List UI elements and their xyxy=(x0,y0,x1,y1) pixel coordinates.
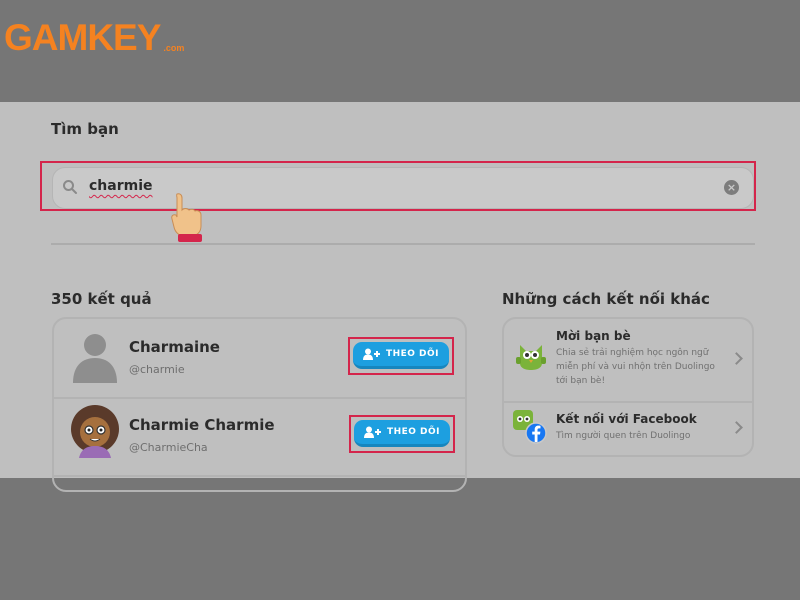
option-description: Tìm người quen trên Duolingo xyxy=(556,431,691,441)
option-description: tới bạn bè! xyxy=(556,376,606,386)
clear-search-icon[interactable]: × xyxy=(724,180,739,195)
result-username: @CharmieCha xyxy=(129,441,208,454)
option-title: Kết nối với Facebook xyxy=(556,412,697,426)
result-name: Charmaine xyxy=(129,338,220,356)
chevron-right-icon xyxy=(730,352,743,365)
divider xyxy=(51,243,755,245)
search-icon xyxy=(63,180,77,194)
result-name: Charmie Charmie xyxy=(129,416,275,434)
results-count: 350 kết quả xyxy=(51,290,152,308)
other-connections-title: Những cách kết nối khác xyxy=(502,290,710,308)
logo-domain: .com xyxy=(163,43,185,53)
default-avatar-icon xyxy=(73,334,117,383)
option-description: miễn phí và vui nhộn trên Duolingo xyxy=(556,362,715,372)
follow-highlight-box xyxy=(348,337,454,375)
follow-highlight-box xyxy=(349,415,455,453)
search-value[interactable]: charmie xyxy=(89,178,153,194)
pointing-hand-icon xyxy=(171,193,202,242)
option-title: Mời bạn bè xyxy=(556,329,631,343)
chevron-right-icon xyxy=(730,421,743,434)
facebook-duo-icon xyxy=(513,410,547,444)
option-description: Chia sẻ trải nghiệm học ngôn ngữ xyxy=(556,348,709,358)
connect-facebook-option[interactable]: Kết nối với Facebook Tìm người quen trên… xyxy=(504,403,752,455)
page-title: Tìm bạn xyxy=(51,120,119,138)
gamkey-logo: GAMKEY .com xyxy=(4,17,185,58)
result-username: @charmie xyxy=(129,363,185,376)
user-avatar xyxy=(71,405,119,458)
logo-text: GAMKEY xyxy=(4,17,161,58)
duo-owl-icon xyxy=(516,345,546,370)
invite-friends-option[interactable]: Mời bạn bè Chia sẻ trải nghiệm học ngôn … xyxy=(504,319,752,399)
